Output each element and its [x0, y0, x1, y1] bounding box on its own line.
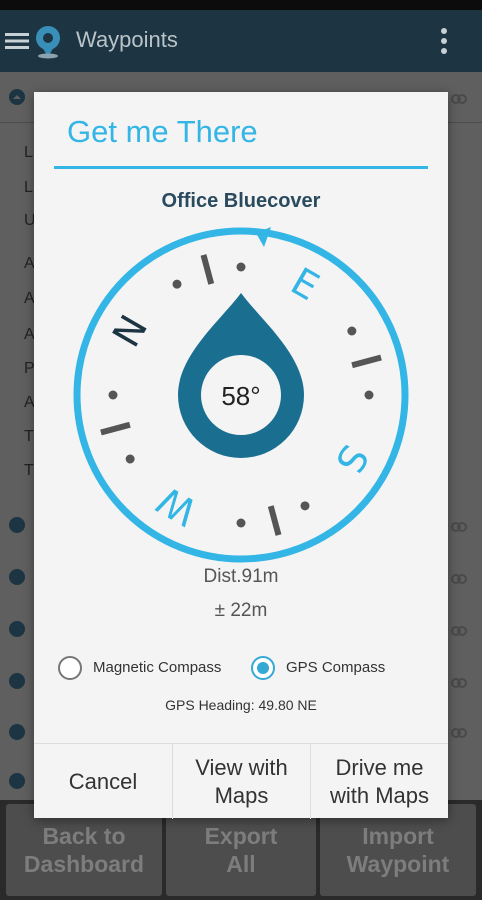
title-divider — [54, 166, 428, 169]
gps-compass-radio[interactable] — [251, 656, 275, 680]
dialog-title: Get me There — [67, 114, 258, 149]
cardinal-n-label: N — [104, 308, 156, 355]
chevron-down-icon[interactable] — [8, 516, 26, 534]
compass-dot — [300, 501, 310, 511]
cardinal-s-label: S — [327, 438, 377, 481]
cardinal-w-label: W — [150, 477, 205, 534]
chevron-up-icon[interactable] — [8, 88, 26, 106]
magnetic-compass-radio[interactable] — [58, 656, 82, 680]
list-label: L — [24, 179, 33, 196]
magnetic-compass-label[interactable]: Magnetic Compass — [93, 659, 221, 676]
list-label: T — [24, 462, 34, 479]
waypoint-name: Office Bluecover — [161, 190, 321, 212]
compass-tick — [200, 254, 215, 285]
compass-dot — [236, 262, 246, 272]
distance-text: Dist.91m — [203, 566, 279, 587]
chevron-down-icon[interactable] — [8, 672, 26, 690]
get-me-there-dialog: Get me There Office Bluecover N E S W 58° D… — [34, 92, 448, 819]
compass-tick — [100, 421, 131, 436]
compass-dot — [108, 390, 118, 400]
compass-tick — [351, 354, 382, 369]
list-label: T — [24, 428, 34, 445]
globe-pin-icon — [36, 26, 60, 59]
compass-dot — [347, 326, 357, 336]
compass-tick — [267, 505, 282, 536]
link-icon — [451, 728, 467, 738]
compass-dot — [172, 279, 182, 289]
cancel-button[interactable]: Cancel — [34, 744, 172, 819]
gps-compass-label[interactable]: GPS Compass — [286, 659, 385, 676]
chevron-down-icon[interactable] — [8, 568, 26, 586]
app-bar: Waypoints — [0, 10, 482, 72]
status-bar — [0, 0, 482, 10]
compass-dot — [236, 518, 246, 528]
link-icon — [451, 626, 467, 636]
hamburger-icon[interactable] — [4, 28, 30, 54]
list-label: L — [24, 144, 33, 161]
link-icon — [451, 94, 467, 104]
accuracy-text: ± 22m — [214, 600, 268, 621]
link-icon — [451, 574, 467, 584]
dialog-actions: Cancel View with Maps Drive me with Maps — [34, 743, 448, 819]
view-with-maps-button[interactable]: View with Maps — [173, 744, 310, 819]
drive-with-maps-button[interactable]: Drive me with Maps — [311, 744, 448, 819]
compass-dot — [364, 390, 374, 400]
cardinal-e-label: E — [284, 259, 327, 309]
compass-dial: N E S W 58° — [73, 227, 409, 563]
compass-dot — [125, 454, 135, 464]
chevron-down-icon[interactable] — [8, 772, 26, 790]
overflow-dots-icon[interactable] — [436, 26, 452, 56]
chevron-down-icon[interactable] — [8, 620, 26, 638]
gps-heading-text: GPS Heading: 49.80 NE — [165, 697, 317, 713]
page-title: Waypoints — [76, 27, 178, 52]
link-icon — [451, 678, 467, 688]
link-icon — [451, 522, 467, 532]
heading-degrees: 58° — [221, 381, 260, 411]
chevron-down-icon[interactable] — [8, 723, 26, 741]
